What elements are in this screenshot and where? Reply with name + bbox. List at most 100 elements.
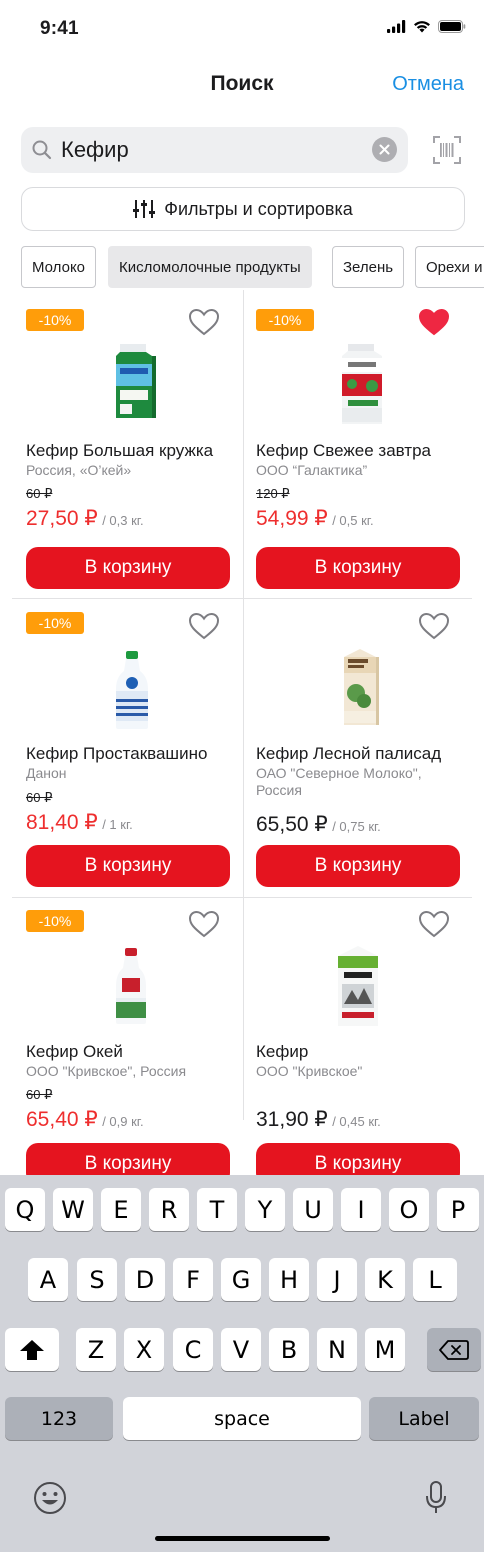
product-name: Кефир Окей (26, 1042, 123, 1061)
keyboard: Q W E R T Y U I O P A S D F G H J K L Z … (0, 1175, 484, 1552)
product-name: Кефир Большая кружка (26, 441, 214, 460)
key-r[interactable]: R (149, 1188, 189, 1231)
product-card[interactable]: -10% Кефир Свежее завтра ООО “Галактика”… (242, 290, 472, 590)
status-time: 9:41 (40, 18, 79, 39)
discount-badge: -10% (26, 910, 84, 932)
product-card[interactable]: -10% Кефир Простаквашино Данон 60 ₽ 81,4… (12, 599, 242, 899)
clear-icon[interactable] (372, 137, 397, 162)
key-q[interactable]: Q (5, 1188, 45, 1231)
price-row: 31,90 ₽ / 0,45 кг. (256, 1107, 381, 1132)
backspace-icon (439, 1339, 469, 1360)
space-key[interactable]: space (123, 1397, 361, 1440)
key-k[interactable]: K (365, 1258, 405, 1301)
price: 65,40 ₽ (26, 1108, 98, 1131)
old-price: 60 ₽ (26, 486, 53, 501)
price-unit: / 0,45 кг. (332, 1114, 381, 1129)
chip-nuts[interactable]: Орехи и (415, 246, 484, 288)
product-maker: Россия, «О’кей» (26, 462, 132, 478)
home-indicator (155, 1536, 330, 1541)
price-unit: / 0,3 кг. (102, 513, 144, 528)
product-image (338, 946, 378, 1026)
price-row: 65,50 ₽ / 0,75 кг. (256, 812, 381, 837)
key-h[interactable]: H (269, 1258, 309, 1301)
return-key[interactable]: Label (369, 1397, 479, 1440)
search-field[interactable]: Кефир (21, 127, 408, 173)
emoji-icon[interactable] (32, 1480, 68, 1516)
product-image (344, 649, 379, 725)
product-image (342, 344, 382, 424)
key-j[interactable]: J (317, 1258, 357, 1301)
chip-fermented-milk[interactable]: Кисломолочные продукты (108, 246, 312, 288)
price: 81,40 ₽ (26, 811, 98, 834)
heart-icon[interactable] (188, 612, 220, 640)
key-d[interactable]: D (125, 1258, 165, 1301)
backspace-key[interactable] (427, 1328, 481, 1371)
microphone-icon[interactable] (424, 1480, 448, 1516)
key-l[interactable]: L (413, 1258, 457, 1301)
price-unit: / 0,9 кг. (102, 1114, 144, 1129)
barcode-icon[interactable] (432, 135, 462, 165)
key-i[interactable]: I (341, 1188, 381, 1231)
key-a[interactable]: A (28, 1258, 68, 1301)
add-to-cart-button[interactable]: В корзину (256, 845, 460, 887)
key-f[interactable]: F (173, 1258, 213, 1301)
add-to-cart-button[interactable]: В корзину (256, 547, 460, 589)
key-v[interactable]: V (221, 1328, 261, 1371)
key-o[interactable]: O (389, 1188, 429, 1231)
product-maker: ООО "Кривское", Россия (26, 1063, 187, 1079)
product-card[interactable]: Кефир Лесной палисад ОАО "Северное Молок… (242, 599, 472, 899)
filters-button[interactable]: Фильтры и сортировка (21, 187, 465, 231)
search-input[interactable]: Кефир (61, 137, 129, 163)
signal-icon (387, 20, 406, 33)
key-m[interactable]: M (365, 1328, 405, 1371)
numbers-key[interactable]: 123 (5, 1397, 113, 1440)
product-maker: ООО “Галактика” (256, 462, 368, 478)
chip-milk[interactable]: Молоко (21, 246, 97, 288)
key-y[interactable]: Y (245, 1188, 285, 1231)
product-card[interactable]: -10% Кефир Большая кружка Россия, «О’кей… (12, 290, 242, 590)
chip-greens[interactable]: Зелень (332, 246, 405, 288)
product-card[interactable]: -10% Кефир Окей ООО "Кривское", Россия 6… (12, 898, 242, 1198)
product-maker: Данон (26, 765, 67, 781)
discount-badge: -10% (256, 309, 314, 331)
key-n[interactable]: N (317, 1328, 357, 1371)
price-row: 65,40 ₽ / 0,9 кг. (26, 1107, 144, 1132)
wifi-icon (414, 21, 430, 33)
discount-badge: -10% (26, 612, 84, 634)
price: 27,50 ₽ (26, 507, 98, 530)
product-image (116, 344, 156, 418)
status-bar: 9:41 (0, 0, 484, 58)
product-maker: ООО "Кривское" (256, 1063, 363, 1079)
price-row: 27,50 ₽ / 0,3 кг. (26, 506, 144, 531)
key-b[interactable]: B (269, 1328, 309, 1371)
key-u[interactable]: U (293, 1188, 333, 1231)
key-c[interactable]: C (173, 1328, 213, 1371)
status-icons (387, 20, 466, 33)
price-unit: / 0,75 кг. (332, 819, 381, 834)
heart-icon[interactable] (418, 910, 450, 938)
add-to-cart-button[interactable]: В корзину (26, 547, 230, 589)
product-name: Кефир Простаквашино (26, 744, 208, 763)
product-card[interactable]: Кефир ООО "Кривское" 31,90 ₽ / 0,45 кг. … (242, 898, 472, 1198)
old-price: 60 ₽ (26, 1087, 53, 1102)
key-g[interactable]: G (221, 1258, 261, 1301)
key-e[interactable]: E (101, 1188, 141, 1231)
heart-icon[interactable] (188, 910, 220, 938)
key-w[interactable]: W (53, 1188, 93, 1231)
cancel-button[interactable]: Отмена (392, 73, 464, 96)
shift-key[interactable] (5, 1328, 59, 1371)
add-to-cart-button[interactable]: В корзину (26, 845, 230, 887)
filter-icon (133, 200, 156, 218)
key-p[interactable]: P (437, 1188, 479, 1231)
price-row: 54,99 ₽ / 0,5 кг. (256, 506, 374, 531)
product-maker: ОАО "Северное Молоко", Россия (256, 765, 422, 798)
heart-icon[interactable] (418, 612, 450, 640)
key-s[interactable]: S (77, 1258, 117, 1301)
heart-icon[interactable] (188, 308, 220, 336)
key-x[interactable]: X (124, 1328, 164, 1371)
product-image (116, 948, 146, 1024)
heart-icon[interactable] (418, 308, 450, 336)
key-z[interactable]: Z (76, 1328, 116, 1371)
discount-badge: -10% (26, 309, 84, 331)
key-t[interactable]: T (197, 1188, 237, 1231)
